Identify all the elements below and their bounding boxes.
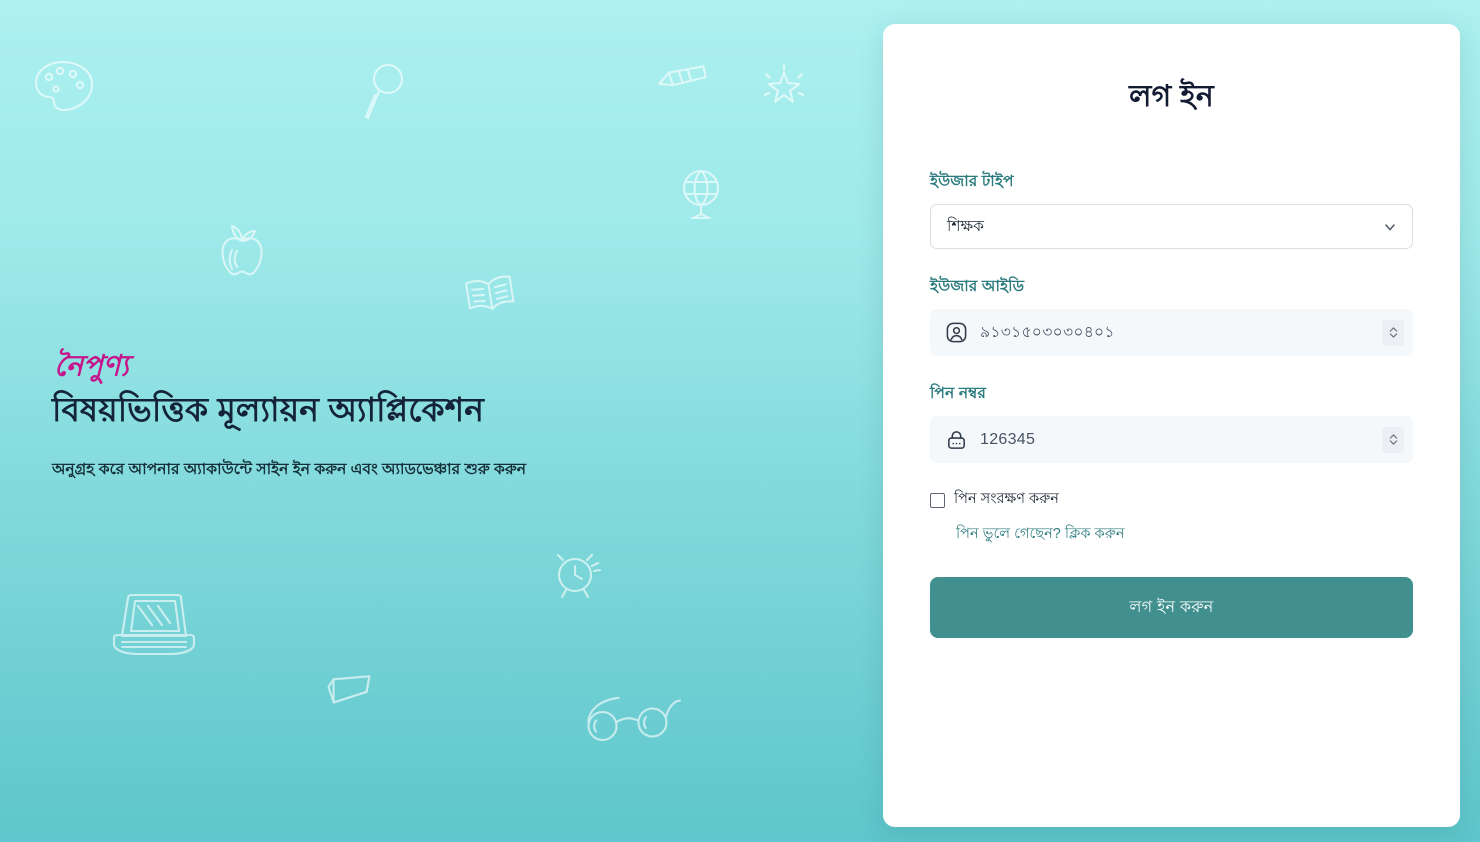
alarm-clock-icon <box>547 548 603 604</box>
user-type-field: ইউজার টাইপ শিক্ষক <box>930 169 1413 249</box>
user-type-select[interactable]: শিক্ষক <box>930 204 1413 249</box>
pin-number-stepper[interactable] <box>1382 426 1404 453</box>
lock-icon <box>945 428 968 451</box>
paint-palette-icon <box>32 58 96 114</box>
pin-input[interactable]: 126345 <box>980 431 1382 449</box>
apple-icon <box>216 222 268 280</box>
user-id-number-stepper[interactable] <box>1382 319 1404 346</box>
sparkle-star-icon <box>760 62 808 110</box>
hero-panel: নৈপুণ্য বিষয়ভিত্তিক মূল্যায়ন অ্যাপ্লিক… <box>52 342 772 483</box>
page-title: বিষয়ভিত্তিক মূল্যায়ন অ্যাপ্লিকেশন <box>52 391 485 428</box>
login-submit-button[interactable]: লগ ইন করুন <box>930 577 1413 638</box>
magnifier-icon <box>363 62 405 124</box>
user-type-label: ইউজার টাইপ <box>930 173 1014 190</box>
pin-input-wrap[interactable]: 126345 <box>930 416 1413 463</box>
globe-icon <box>679 168 727 222</box>
naipunno-wordmark-logo: নৈপুণ্য <box>52 342 772 388</box>
open-book-icon <box>461 270 519 318</box>
chevron-down-icon <box>1382 219 1398 235</box>
user-type-select-wrap: শিক্ষক <box>930 204 1413 249</box>
laptop-icon <box>108 590 200 660</box>
user-id-label: ইউজার আইডি <box>930 278 1025 295</box>
user-type-selected-value: শিক্ষক <box>947 217 985 235</box>
user-id-input[interactable]: ৯১৩১৫০৩০৩০৪০১ <box>980 320 1382 346</box>
user-circle-icon <box>945 321 968 344</box>
pin-field: পিন নম্বর 126345 <box>930 381 1413 463</box>
pencil-icon <box>653 59 711 94</box>
eraser-icon <box>323 669 379 710</box>
user-id-field: ইউজার আইডি ৯১৩১৫০৩০৩০৪০১ <box>930 274 1413 356</box>
remember-pin-label[interactable]: পিন সংরক্ষণ করুন <box>954 488 1059 512</box>
logo-text: নৈপুণ্য <box>54 347 135 384</box>
user-id-input-wrap[interactable]: ৯১৩১৫০৩০৩০৪০১ <box>930 309 1413 356</box>
login-heading: লগ ইন <box>1129 80 1214 113</box>
login-card: লগ ইন ইউজার টাইপ শিক্ষক ইউজার আইডি ৯১৩১৫… <box>883 24 1460 827</box>
forgot-pin-row: পিন ভুলে গেছেন? ক্লিক করুন <box>930 523 1413 547</box>
forgot-pin-link[interactable]: পিন ভুলে গেছেন? ক্লিক করুন <box>956 526 1124 542</box>
pin-label: পিন নম্বর <box>930 385 987 402</box>
remember-pin-checkbox[interactable] <box>930 492 945 508</box>
remember-pin-row: পিন সংরক্ষণ করুন <box>930 488 1413 512</box>
eyeglasses-icon <box>576 688 685 745</box>
hero-subtitle: অনুগ্রহ করে আপনার অ্যাকাউন্টে সাইন ইন কর… <box>52 461 527 479</box>
